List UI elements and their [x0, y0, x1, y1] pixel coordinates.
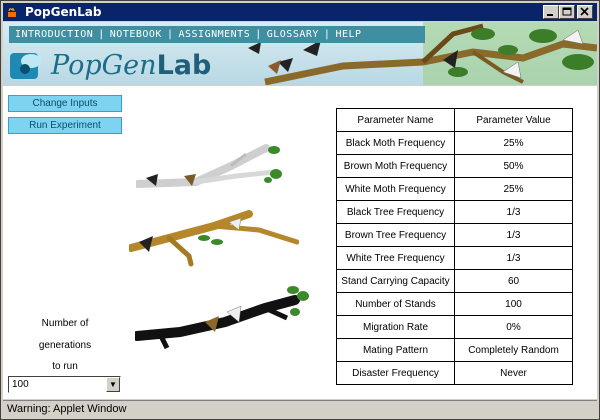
nav-glossary[interactable]: GLOSSARY: [267, 26, 319, 43]
minimize-icon: [547, 14, 553, 16]
window-title: PopGenLab: [25, 5, 102, 19]
change-inputs-button[interactable]: Change Inputs: [8, 95, 122, 112]
table-row: Brown Tree Frequency 1/3: [336, 223, 573, 247]
parameter-name-cell: Disaster Frequency: [336, 361, 455, 385]
nav-assignments[interactable]: ASSIGNMENTS: [178, 26, 250, 43]
logo-icon: [10, 53, 41, 79]
parameter-name-cell: Black Moth Frequency: [336, 131, 455, 155]
table-row: Mating Pattern Completely Random: [336, 338, 573, 362]
applet-window: PopGenLab INTRODUCTION | NOTEBOOK | ASSI…: [0, 0, 600, 420]
table-row: White Tree Frequency 1/3: [336, 246, 573, 270]
parameter-name-cell: Mating Pattern: [336, 338, 455, 362]
column-header-parameter-value: Parameter Value: [454, 108, 573, 132]
parameter-name-cell: White Moth Frequency: [336, 177, 455, 201]
table-row: Brown Moth Frequency 50%: [336, 154, 573, 178]
column-header-parameter-name: Parameter Name: [336, 108, 455, 132]
black-moth: [139, 236, 153, 252]
maximize-icon: [562, 7, 572, 16]
table-row: White Moth Frequency 25%: [336, 177, 573, 201]
logo-text-popgen: PopGen: [51, 50, 157, 81]
parameter-value-cell: Never: [454, 361, 573, 385]
parameter-value-cell: 1/3: [454, 200, 573, 224]
white-tree-branch: [136, 144, 282, 188]
parameter-value-cell: 25%: [454, 177, 573, 201]
parameter-value-cell: Completely Random: [454, 338, 573, 362]
parameter-name-cell: Stand Carrying Capacity: [336, 269, 455, 293]
logo-text-lab: Lab: [156, 50, 212, 81]
banner: INTRODUCTION | NOTEBOOK | ASSIGNMENTS | GLOSSA…: [3, 22, 597, 85]
parameter-value-cell: 0%: [454, 315, 573, 339]
parameter-value-cell: 60: [454, 269, 573, 293]
black-tree-branch: [135, 286, 309, 350]
maximize-button[interactable]: [559, 5, 575, 19]
close-button[interactable]: [577, 5, 593, 19]
status-bar: Warning: Applet Window: [3, 400, 597, 417]
generations-label-line1: Number of: [41, 318, 89, 329]
parameter-value-cell: 1/3: [454, 246, 573, 270]
parameter-name-cell: Brown Moth Frequency: [336, 154, 455, 178]
table-row: Number of Stands 100: [336, 292, 573, 316]
parameter-value-cell: 25%: [454, 131, 573, 155]
chevron-down-icon[interactable]: ▼: [106, 377, 120, 392]
minimize-button[interactable]: [543, 5, 559, 19]
parameter-name-cell: White Tree Frequency: [336, 246, 455, 270]
nav-introduction[interactable]: INTRODUCTION: [9, 26, 93, 43]
parameter-name-cell: Black Tree Frequency: [336, 200, 455, 224]
parameter-value-cell: 1/3: [454, 223, 573, 247]
logo-text: PopGenLab: [51, 50, 211, 81]
table-row: Migration Rate 0%: [336, 315, 573, 339]
parameter-name-cell: Brown Tree Frequency: [336, 223, 455, 247]
generations-select[interactable]: 100 ▼: [8, 376, 121, 393]
java-cup-icon: [8, 8, 16, 17]
table-row: Stand Carrying Capacity 60: [336, 269, 573, 293]
run-experiment-button[interactable]: Run Experiment: [8, 117, 122, 134]
generations-label-line2: generations: [38, 340, 92, 351]
nav-notebook[interactable]: NOTEBOOK: [110, 26, 162, 43]
nav-bar: INTRODUCTION | NOTEBOOK | ASSIGNMENTS | GLOSSA…: [9, 26, 425, 43]
generations-label-line3: to run: [52, 361, 78, 372]
nav-help[interactable]: HELP: [335, 26, 361, 43]
parameter-name-cell: Migration Rate: [336, 315, 455, 339]
parameter-value-cell: 50%: [454, 154, 573, 178]
main-panel: Change Inputs Run Experiment Number of g…: [3, 86, 597, 399]
parameter-value-cell: 100: [454, 292, 573, 316]
parameter-table: Parameter Name Parameter Value Black Mot…: [336, 108, 573, 385]
generations-select-value: 100: [12, 379, 29, 390]
title-bar: PopGenLab: [3, 3, 597, 21]
table-row: Disaster Frequency Never: [336, 361, 573, 385]
table-row: Black Moth Frequency 25%: [336, 131, 573, 155]
table-header-row: Parameter Name Parameter Value: [336, 108, 573, 132]
close-icon: [580, 7, 589, 16]
parameter-name-cell: Number of Stands: [336, 292, 455, 316]
table-row: Black Tree Frequency 1/3: [336, 200, 573, 224]
brown-tree-branch: [129, 210, 299, 267]
